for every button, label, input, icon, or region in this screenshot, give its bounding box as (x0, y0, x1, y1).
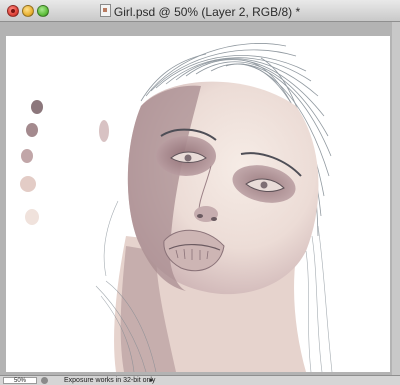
document-canvas[interactable] (6, 36, 390, 372)
window-title: Girl.psd @ 50% (Layer 2, RGB/8) * (113, 5, 301, 19)
photoshop-document-window: Girl.psd @ 50% (Layer 2, RGB/8) * 50% Ex… (0, 0, 400, 385)
document-icon (99, 4, 111, 17)
status-bar: 50% Exposure works in 32-bit only ▸ (0, 375, 400, 385)
status-icon[interactable] (41, 377, 48, 384)
status-menu-arrow-icon[interactable]: ▸ (150, 376, 154, 385)
zoom-field[interactable]: 50% (3, 377, 37, 384)
status-info: Exposure works in 32-bit only (64, 377, 156, 384)
canvas-area[interactable] (0, 22, 400, 375)
vertical-scrollbar[interactable] (392, 22, 400, 375)
color-swatches (20, 100, 109, 225)
window-title-container: Girl.psd @ 50% (Layer 2, RGB/8) * (0, 4, 400, 19)
painting (20, 43, 333, 372)
title-bar[interactable]: Girl.psd @ 50% (Layer 2, RGB/8) * (0, 0, 400, 22)
